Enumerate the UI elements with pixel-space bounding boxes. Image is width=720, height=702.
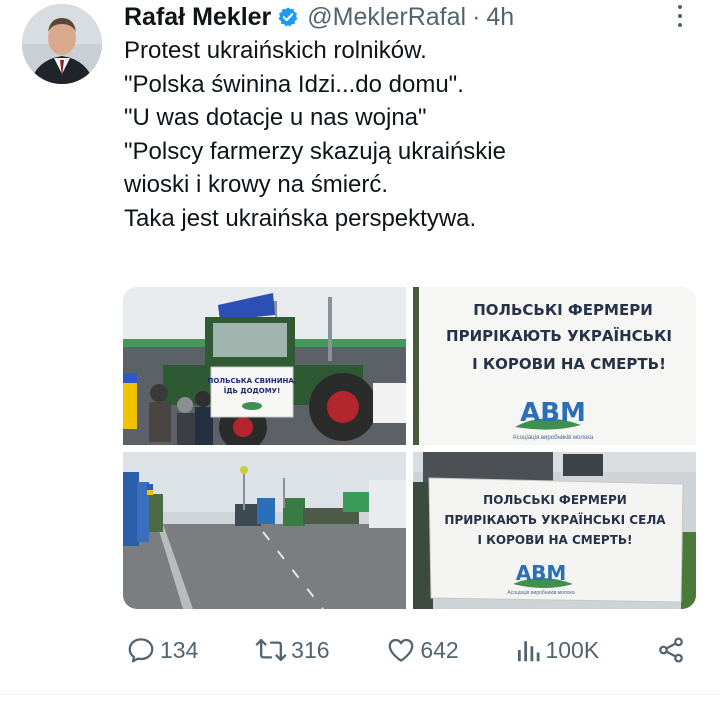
author-handle[interactable]: @MeklerRafal xyxy=(307,3,466,32)
more-options-icon[interactable] xyxy=(668,2,692,30)
tweet-text-line: "U was dotacje u nas wojna" xyxy=(124,104,427,131)
views-icon xyxy=(518,641,540,662)
logo-text: АВМ xyxy=(520,398,586,428)
logo-caption: Асоціація виробників молока xyxy=(507,590,574,596)
reply-button[interactable]: 134 xyxy=(126,635,198,665)
banner-line: ПОЛЬСЬКІ ФЕРМЕРИ xyxy=(483,493,627,507)
retweet-count: 316 xyxy=(291,636,330,663)
tweet-text-line: "Polska świnina Idzi...do domu". xyxy=(124,70,464,98)
header-separator: · xyxy=(472,2,481,31)
banner-line: ПОЛЬСЬКІ ФЕРМЕРИ xyxy=(473,301,653,319)
tweet-text-line: wioski i krowy na śmierć. xyxy=(124,171,389,198)
sign-line: ЇДЬ ДОДОМУ! xyxy=(224,386,281,395)
tweet-divider xyxy=(0,694,720,695)
reply-icon xyxy=(128,638,154,663)
media-image-banner[interactable]: ПОЛЬСЬКІ ФЕРМЕРИ ПРИРІКАЮТЬ УКРАЇНСЬКІ І… xyxy=(413,287,696,445)
media-image-tractor[interactable]: ПОЛЬСЬКА СВИНИНА, ЇДЬ ДОДОМУ! xyxy=(123,287,406,445)
avatar[interactable] xyxy=(22,4,102,84)
media-image-road[interactable] xyxy=(123,452,406,609)
media-image-banner-tractor[interactable]: ПОЛЬСЬКІ ФЕРМЕРИ ПРИРІКАЮТЬ УКРАЇНСЬКІ С… xyxy=(413,452,696,609)
logo-text: АВМ xyxy=(516,561,567,585)
tweet-timestamp[interactable]: 4h xyxy=(486,3,514,32)
avatar-image xyxy=(22,4,102,84)
share-icon xyxy=(659,637,683,663)
banner-line: ПРИРІКАЮТЬ УКРАЇНСЬКІ СЕЛА xyxy=(444,512,666,527)
share-button[interactable] xyxy=(656,635,686,665)
like-icon xyxy=(388,638,414,662)
like-button[interactable]: 642 xyxy=(386,635,459,665)
logo-caption: Асоціація виробників молока xyxy=(513,435,594,441)
tweet-actions: 134 316 642 100K xyxy=(126,630,686,670)
tweet-header: Rafał Mekler @MeklerRafal · 4h xyxy=(124,2,514,32)
sign-line: ПОЛЬСЬКА СВИНИНА, xyxy=(208,377,297,385)
tweet-text-line: Protest ukraińskich rolników. xyxy=(124,37,427,64)
tweet-text-line: Taka jest ukraińska perspektywa. xyxy=(124,204,477,232)
banner-line: І КОРОВИ НА СМЕРТЬ! xyxy=(472,355,666,373)
views-button[interactable]: 100K xyxy=(515,635,599,665)
tweet-text-line: "Polscy farmerzy skazują ukraińskie xyxy=(124,137,506,165)
retweet-button[interactable]: 316 xyxy=(255,635,330,665)
verified-badge-icon xyxy=(277,6,299,28)
like-count: 642 xyxy=(420,636,459,663)
views-count: 100K xyxy=(545,636,600,663)
media-grid: ПОЛЬСЬКА СВИНИНА, ЇДЬ ДОДОМУ! ПОЛЬСЬКІ Ф… xyxy=(123,287,696,609)
banner-line: І КОРОВИ НА СМЕРТЬ! xyxy=(477,533,632,547)
author-name[interactable]: Rafał Mekler xyxy=(124,3,271,32)
reply-count: 134 xyxy=(160,636,199,663)
banner-line: ПРИРІКАЮТЬ УКРАЇНСЬКІ xyxy=(446,326,672,345)
retweet-icon xyxy=(255,638,287,662)
tweet-text: Protest ukraińskich rolników. "Polska św… xyxy=(124,34,704,235)
